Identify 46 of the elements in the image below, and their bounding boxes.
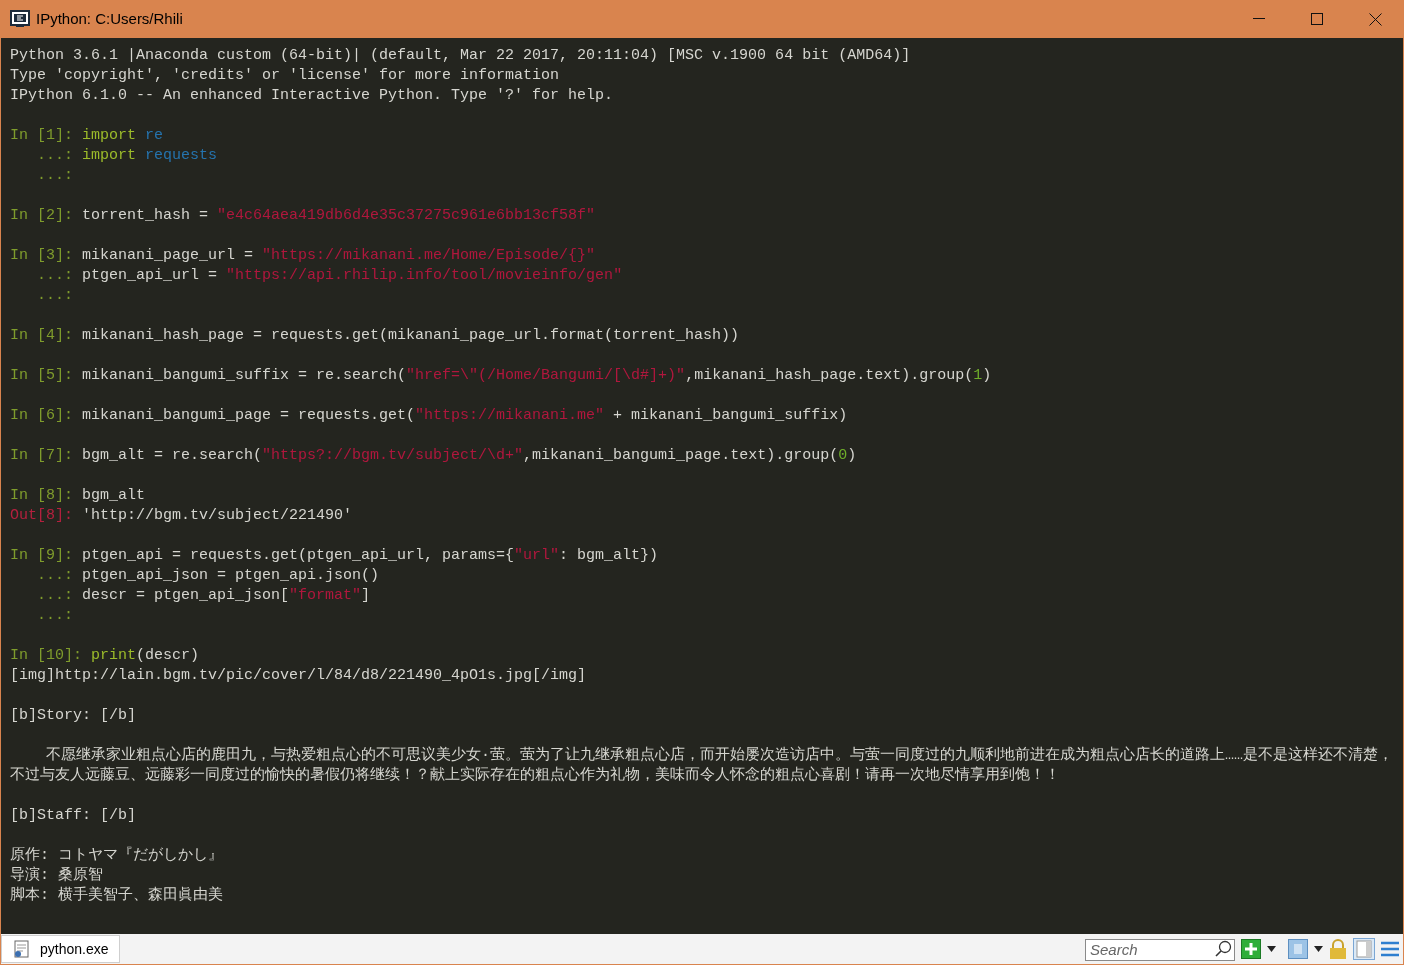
window-title: IPython: C:Users/Rhili [36, 8, 183, 29]
lock-icon[interactable] [1329, 939, 1347, 959]
view-button[interactable] [1288, 939, 1308, 959]
plus-icon [1245, 943, 1257, 955]
code-line: Out[8]: 'http://bgm.tv/subject/221490' [10, 506, 354, 526]
maximize-icon [1311, 13, 1323, 25]
code-line: ...: [36, 606, 75, 626]
code-line: [b]Staff: [/b] [10, 806, 138, 826]
search-icon [1214, 940, 1232, 958]
code-line: ...: ptgen_api_json = ptgen_api.json() [36, 566, 381, 586]
code-line: In [1]: import re [10, 126, 165, 146]
caret-icon[interactable] [1267, 946, 1276, 952]
code-line: [img]http://lain.bgm.tv/pic/cover/l/84/d8/221490_4pO1s.jpg[/img] [10, 666, 588, 686]
code-line: 不愿继承家业粗点心店的鹿田九，与热爱粗点心的不可思议美少女·萤。萤为了让九继承粗点心店，而开始屡次造访店中。与萤一同度过的九顺利地前进在成为粗点心店长的道路上……是不是这样还不清楚，不过与友人远藤豆、远藤彩一同度过的愉快的暑假仍将继续！？献上实际存在的粗点心作为礼物，美味而令人怀念的粗点心喜剧！请再一次地尽情享用到饱！！ [10, 746, 1394, 786]
code-line: 脚本: 横手美智子、森田眞由美 [10, 886, 224, 906]
panel-icon[interactable] [1353, 938, 1375, 960]
code-line: In [4]: mikanani_hash_page = requests.get(mikanani_page_url.format(torrent_hash)) [10, 326, 741, 346]
code-line: In [5]: mikanani_bangumi_suffix = re.search("href=\"(/Home/Bangumi/[\d#]+)",mikanani_hash_page.text).group(1) [10, 366, 993, 386]
code-line: In [2]: torrent_hash = "e4c64aea419db6d4e35c37275c961e6bb13cf58f" [10, 206, 597, 226]
code-line: In [10]: print(descr) [10, 646, 201, 666]
code-line: In [3]: mikanani_page_url = "https://mikanani.me/Home/Episode/{}" [10, 246, 597, 266]
terminal-icon [10, 10, 30, 28]
menu-icon[interactable] [1381, 941, 1399, 957]
code-line: In [7]: bgm_alt = re.search("https?://bgm.tv/subject/\d+",mikanani_bangumi_page.text).group(0) [10, 446, 858, 466]
code-line: Python 3.6.1 |Anaconda custom (64-bit)| (default, Mar 22 2017, 20:11:04) [MSC v.1900 64 bit (AMD64)] [10, 46, 912, 66]
code-line: In [9]: ptgen_api = requests.get(ptgen_api_url, params={"url": bgm_alt}) [10, 546, 660, 566]
code-line: Type 'copyright', 'credits' or 'license' for more information [10, 66, 561, 86]
window-icon [1294, 944, 1302, 954]
code-line: ...: [36, 166, 75, 186]
code-line: [b]Story: [/b] [10, 706, 138, 726]
close-icon [1368, 12, 1382, 26]
code-line: ...: [36, 286, 75, 306]
add-button[interactable] [1241, 939, 1261, 959]
code-line: ...: descr = ptgen_api_json["format"] [36, 586, 372, 606]
code-line: In [8]: bgm_alt [10, 486, 147, 506]
code-line: 原作: コトヤマ『だがしかし』 [10, 846, 224, 866]
script-icon [12, 939, 32, 959]
code-line: In [6]: mikanani_bangumi_page = requests.get("https://mikanani.me" + mikanani_bangumi_suffix) [10, 406, 849, 426]
code-line: ...: ptgen_api_url = "https://api.rhilip.info/tool/movieinfo/gen" [36, 266, 624, 286]
code-line: IPython 6.1.0 -- An enhanced Interactive Python. Type '?' for help. [10, 86, 615, 106]
search-field[interactable]: Search [1085, 939, 1235, 962]
code-line: ...: import requests [36, 146, 219, 166]
minimize-icon [1253, 18, 1265, 20]
caret-icon[interactable] [1314, 946, 1323, 952]
console-tab[interactable]: python.exe [1, 935, 120, 963]
code-line: 导演: 桑原智 [10, 866, 104, 886]
